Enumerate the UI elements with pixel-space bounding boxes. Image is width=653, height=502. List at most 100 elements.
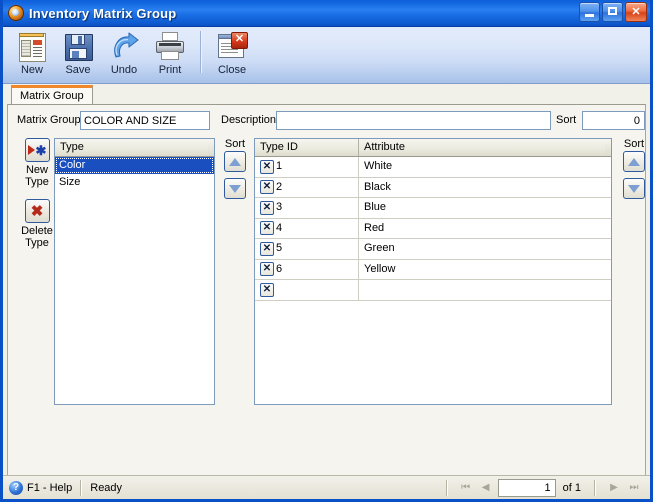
type-id-cell[interactable]: ✕ 3	[255, 198, 359, 218]
toolbar-button-new[interactable]: New	[9, 27, 55, 82]
type-id-value: 5	[276, 242, 283, 255]
type-id-value: 6	[276, 262, 283, 275]
window-title: Inventory Matrix Group	[29, 5, 177, 21]
new-record-arrow-asterisk-icon: ✱	[26, 139, 49, 161]
row-delete-icon[interactable]: ✕	[260, 200, 274, 215]
attribute-cell[interactable]: Green	[359, 239, 611, 259]
type-sort-down-button[interactable]	[224, 178, 246, 199]
attribute-cell[interactable]: White	[359, 157, 611, 177]
nav-last-button[interactable]: ⏭	[624, 479, 644, 497]
description-label: Description	[221, 114, 277, 126]
close-button[interactable]: ✕	[625, 2, 647, 22]
tab-panel: Matrix Group Description Sort ✱ New Type…	[7, 104, 646, 495]
matrix-group-input[interactable]	[80, 111, 210, 130]
row-delete-icon[interactable]: ✕	[260, 282, 274, 297]
type-list-item-size[interactable]: Size	[55, 174, 214, 191]
toolbar-label-undo: Undo	[110, 64, 138, 76]
toolbar-label-close: Close	[217, 64, 247, 76]
attribute-grid[interactable]: Type ID Attribute ✕ 1 White ✕ 2 Black ✕ …	[254, 138, 612, 405]
type-list-grid[interactable]: Type Color Size	[54, 138, 215, 405]
type-id-cell[interactable]: ✕ 1	[255, 157, 359, 177]
attribute-grid-header-sliver	[605, 139, 611, 156]
maximize-button[interactable]	[602, 2, 623, 22]
type-id-value: 3	[276, 201, 283, 214]
sort-input[interactable]	[582, 111, 645, 130]
toolbar-label-new: New	[20, 64, 43, 76]
toolbar-button-print[interactable]: Print	[147, 27, 193, 82]
toolbar-button-save[interactable]: Save	[55, 27, 101, 82]
floppy-disk-icon	[62, 31, 94, 62]
toolbar-label-save: Save	[65, 64, 91, 76]
close-icon: ✕	[631, 5, 641, 18]
type-id-value: 2	[276, 180, 283, 193]
delete-type-label-line2: Type	[25, 237, 49, 249]
type-action-buttons: ✱ New Type ✖ Delete Type	[16, 138, 58, 249]
attribute-sort-up-button[interactable]	[623, 151, 645, 172]
table-row[interactable]: ✕ 5 Green	[255, 239, 611, 260]
table-row[interactable]: ✕ 3 Blue	[255, 198, 611, 219]
attribute-sort-down-button[interactable]	[623, 178, 645, 199]
type-id-value: 4	[276, 221, 283, 234]
row-delete-icon[interactable]: ✕	[260, 159, 274, 174]
nav-divider-left	[445, 480, 448, 496]
arrow-up-icon	[628, 157, 640, 166]
status-text: Ready	[90, 481, 123, 494]
nav-first-button[interactable]: ⏮	[456, 479, 476, 497]
app-globe-icon	[8, 5, 24, 21]
client-area: Matrix Group Matrix Group Description So…	[3, 84, 650, 499]
attribute-grid-body: ✕ 1 White ✕ 2 Black ✕ 3 Blue ✕ 4 Red ✕ 5…	[255, 157, 611, 301]
table-row[interactable]: ✕ 1 White	[255, 157, 611, 178]
attribute-cell[interactable]: Yellow	[359, 260, 611, 280]
row-delete-icon[interactable]: ✕	[260, 262, 274, 277]
record-number-input[interactable]	[497, 479, 556, 497]
row-delete-icon[interactable]: ✕	[260, 180, 274, 195]
tab-strip: Matrix Group	[3, 84, 650, 104]
attribute-cell[interactable]	[359, 280, 611, 300]
type-id-cell[interactable]: ✕ 2	[255, 177, 359, 197]
row-delete-icon[interactable]: ✕	[260, 221, 274, 236]
type-sort-up-button[interactable]	[224, 151, 246, 172]
table-row[interactable]: ✕ 4 Red	[255, 218, 611, 239]
row-delete-icon[interactable]: ✕	[260, 241, 274, 256]
question-mark-icon[interactable]: ?	[9, 480, 23, 495]
type-id-cell[interactable]: ✕ 5	[255, 239, 359, 259]
tab-matrix-group[interactable]: Matrix Group	[11, 85, 93, 104]
minimize-button[interactable]	[579, 2, 600, 22]
type-sort-controls: Sort	[217, 138, 253, 205]
nav-prev-button[interactable]: ◀	[476, 479, 496, 497]
table-row[interactable]: ✕ 2 Black	[255, 177, 611, 198]
table-row-new[interactable]: ✕	[255, 280, 611, 301]
type-id-column-header: Type ID	[255, 139, 359, 156]
attribute-sort-controls: Sort	[616, 138, 652, 205]
type-id-cell[interactable]: ✕ 6	[255, 259, 359, 279]
type-grid-header: Type	[55, 139, 214, 157]
red-x-icon: ✖	[30, 203, 44, 220]
description-input[interactable]	[276, 111, 551, 130]
record-count-label: of 1	[562, 482, 581, 494]
type-list-item-color[interactable]: Color	[55, 157, 214, 174]
type-grid-header-sliver	[208, 139, 214, 156]
type-grid-body: Color Size	[55, 157, 214, 191]
attribute-cell[interactable]: Black	[359, 178, 611, 198]
toolbar-button-undo[interactable]: Undo	[101, 27, 147, 82]
delete-type-button[interactable]: ✖	[24, 199, 50, 223]
toolbar-button-close[interactable]: ✕ Close	[209, 27, 255, 82]
type-id-value: 1	[276, 160, 283, 173]
sort-label: Sort	[556, 114, 577, 126]
nav-divider-right	[594, 480, 596, 496]
nav-next-button[interactable]: ▶	[604, 479, 624, 497]
undo-arrow-icon	[108, 31, 140, 62]
new-type-button[interactable]: ✱	[24, 138, 50, 162]
record-navigator: ⏮ ◀ of 1 ▶ ⏭	[438, 476, 644, 500]
maximize-icon	[608, 7, 617, 15]
arrow-down-icon	[229, 184, 241, 193]
arrow-down-icon	[628, 184, 640, 193]
help-text[interactable]: F1 - Help	[27, 482, 72, 494]
printer-icon	[154, 31, 186, 62]
table-row[interactable]: ✕ 6 Yellow	[255, 259, 611, 280]
arrow-up-icon	[229, 157, 241, 166]
type-id-cell[interactable]: ✕ 4	[255, 218, 359, 238]
type-id-cell[interactable]: ✕	[255, 280, 359, 300]
attribute-cell[interactable]: Blue	[359, 198, 611, 218]
attribute-cell[interactable]: Red	[359, 219, 611, 239]
